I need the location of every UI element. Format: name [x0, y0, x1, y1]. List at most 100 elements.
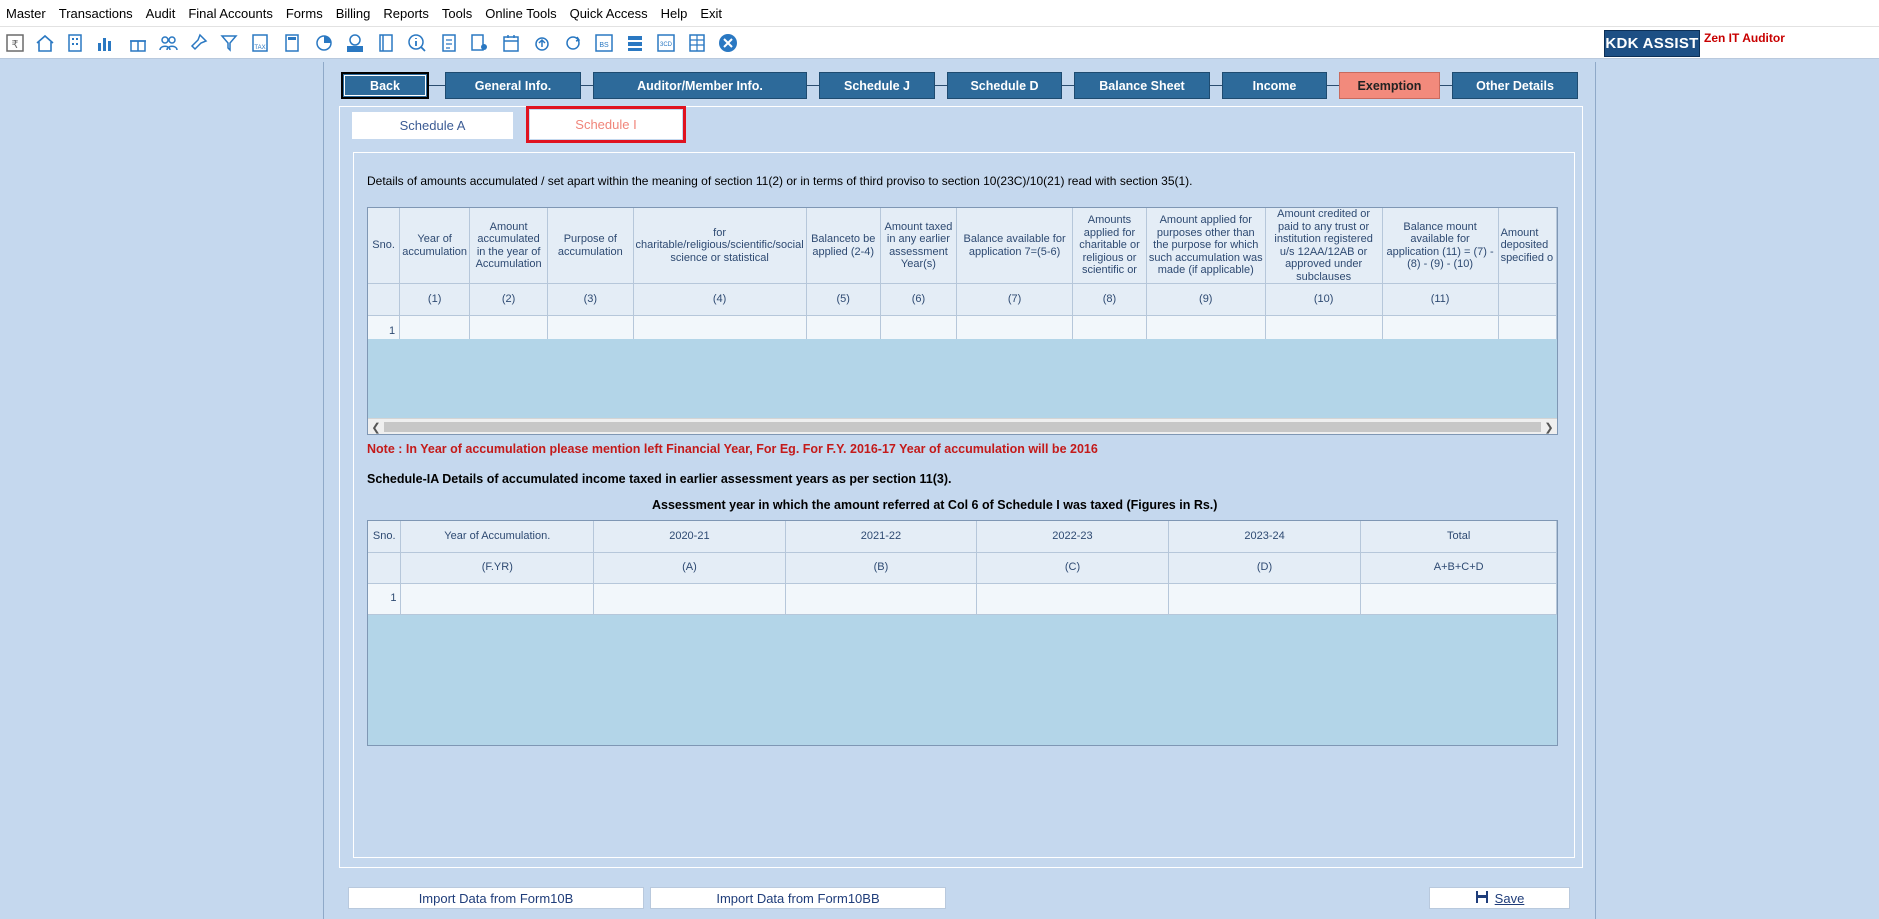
col-code: (D)	[1168, 552, 1362, 584]
menu-audit[interactable]: Audit	[146, 6, 176, 21]
menu-master[interactable]: Master	[6, 6, 46, 21]
app-title: Zen IT Auditor	[1704, 31, 1785, 45]
menu-transactions[interactable]: Transactions	[59, 6, 133, 21]
svg-text:3CD: 3CD	[660, 42, 673, 48]
col-header: 2023-24	[1168, 521, 1362, 553]
menu-bar: Master Transactions Audit Final Accounts For…	[0, 0, 1879, 26]
menu-online-tools[interactable]: Online Tools	[485, 6, 556, 21]
calculator-icon[interactable]	[280, 31, 304, 55]
book-icon[interactable]	[374, 31, 398, 55]
col-number: (8)	[1072, 283, 1147, 316]
pie-chart-icon[interactable]	[312, 31, 336, 55]
col-header: Balance available for application 7=(5-6…	[956, 208, 1074, 284]
bar-chart-icon[interactable]	[93, 31, 117, 55]
form-icon[interactable]	[437, 31, 461, 55]
grid-empty-area	[368, 339, 1557, 418]
schedule-i-table: Sno. Year of accumulation Amount accumul…	[368, 208, 1557, 347]
grid-icon[interactable]	[685, 31, 709, 55]
nav-connector	[427, 85, 447, 86]
info-icon[interactable]	[405, 31, 429, 55]
menu-help[interactable]: Help	[661, 6, 688, 21]
close-icon[interactable]	[716, 31, 740, 55]
tab-schedule-a[interactable]: Schedule A	[352, 112, 513, 139]
nav-exemption[interactable]: Exemption	[1339, 72, 1440, 99]
col-number: (10)	[1265, 283, 1383, 316]
schedule-ia-title: Schedule-IA Details of accumulated incom…	[367, 472, 952, 486]
gift-icon[interactable]	[126, 31, 150, 55]
nav-general-info[interactable]: General Info.	[445, 72, 581, 99]
grid-cell[interactable]	[593, 583, 786, 615]
schedule-i-grid: Sno. Year of accumulation Amount accumul…	[367, 207, 1558, 435]
save-button[interactable]: Save	[1429, 887, 1570, 909]
rupee-icon[interactable]: ₹	[3, 31, 27, 55]
note-text: Note : In Year of accumulation please me…	[367, 442, 1098, 456]
menu-quick-access[interactable]: Quick Access	[570, 6, 648, 21]
scroll-right-icon[interactable]: ❯	[1541, 419, 1557, 434]
col-code: (F.YR)	[400, 552, 595, 584]
col-number: (2)	[469, 283, 549, 316]
nav-income[interactable]: Income	[1222, 72, 1327, 99]
col-code	[368, 552, 402, 584]
stack-icon[interactable]	[623, 31, 647, 55]
nav-other-details[interactable]: Other Details	[1452, 72, 1578, 99]
menu-reports[interactable]: Reports	[383, 6, 429, 21]
col-number: (6)	[880, 283, 958, 316]
menu-forms[interactable]: Forms	[286, 6, 323, 21]
import-form10b-button[interactable]: Import Data from Form10B	[348, 887, 644, 909]
filter-icon[interactable]	[218, 31, 242, 55]
calendar-icon[interactable]	[499, 31, 523, 55]
col-header: Year of accumulation	[399, 208, 471, 284]
menu-final-accounts[interactable]: Final Accounts	[188, 6, 273, 21]
svg-text:BS: BS	[599, 42, 609, 49]
tax-icon[interactable]: TAX	[248, 31, 272, 55]
bs-icon[interactable]: BS	[592, 31, 616, 55]
col-header: Amount deposited specified o	[1498, 208, 1557, 284]
nav-schedule-d[interactable]: Schedule D	[947, 72, 1062, 99]
schedule-i-description: Details of amounts accumulated / set apa…	[367, 174, 1193, 188]
nav-balance-sheet[interactable]: Balance Sheet	[1074, 72, 1210, 99]
sno-cell[interactable]: 1	[368, 583, 402, 615]
back-button[interactable]: Back	[341, 72, 429, 99]
import-form10bb-button[interactable]: Import Data from Form10BB	[650, 887, 946, 909]
grid-cell[interactable]	[1360, 583, 1557, 615]
person-form-icon[interactable]	[467, 31, 491, 55]
menu-tools[interactable]: Tools	[442, 6, 472, 21]
scroll-thumb[interactable]	[384, 422, 1541, 432]
menu-billing[interactable]: Billing	[336, 6, 371, 21]
col-header: Balance mount available for application …	[1382, 208, 1499, 284]
scroll-left-icon[interactable]: ❮	[368, 419, 384, 434]
save-icon	[1475, 890, 1489, 907]
table-row[interactable]: 1	[368, 583, 1557, 615]
refresh-icon[interactable]	[561, 31, 585, 55]
assessment-year-title: Assessment year in which the amount refe…	[652, 498, 1218, 512]
building-icon[interactable]	[63, 31, 87, 55]
col-number	[368, 283, 401, 316]
grid-cell[interactable]	[976, 583, 1169, 615]
grid-cell[interactable]	[1168, 583, 1362, 615]
grid-cell[interactable]	[785, 583, 978, 615]
schedule-ia-grid: Sno. Year of Accumulation. 2020-21 2021-…	[367, 520, 1558, 746]
home-icon[interactable]	[33, 31, 57, 55]
pin-icon[interactable]	[186, 31, 210, 55]
users-icon[interactable]	[156, 31, 180, 55]
upload-icon[interactable]	[530, 31, 554, 55]
col-header: Amounts applied for charitable or religi…	[1072, 208, 1147, 284]
svg-text:₹: ₹	[12, 39, 19, 51]
col-number: (9)	[1146, 283, 1266, 316]
pay-icon[interactable]	[343, 31, 367, 55]
col-header: Amount taxed in any earlier assessment Y…	[880, 208, 958, 284]
col-code: (A)	[593, 552, 786, 584]
menu-exit[interactable]: Exit	[700, 6, 722, 21]
grid-cell[interactable]	[400, 583, 595, 615]
col-number: (7)	[956, 283, 1074, 316]
col-number	[1498, 283, 1557, 316]
grid-empty-area	[368, 615, 1557, 745]
col-number: (11)	[1382, 283, 1499, 316]
nav-schedule-j[interactable]: Schedule J	[819, 72, 935, 99]
nav-auditor-info[interactable]: Auditor/Member Info.	[593, 72, 807, 99]
3cd-icon[interactable]: 3CD	[654, 31, 678, 55]
horizontal-scrollbar[interactable]: ❮ ❯	[368, 418, 1557, 434]
kdk-assist-button[interactable]: KDK ASSIST	[1604, 30, 1700, 57]
tab-schedule-i[interactable]: Schedule I	[530, 110, 682, 139]
toolbar: ₹ TAX BS 3CD KDK ASSIST Zen IT Auditor	[0, 26, 1879, 59]
